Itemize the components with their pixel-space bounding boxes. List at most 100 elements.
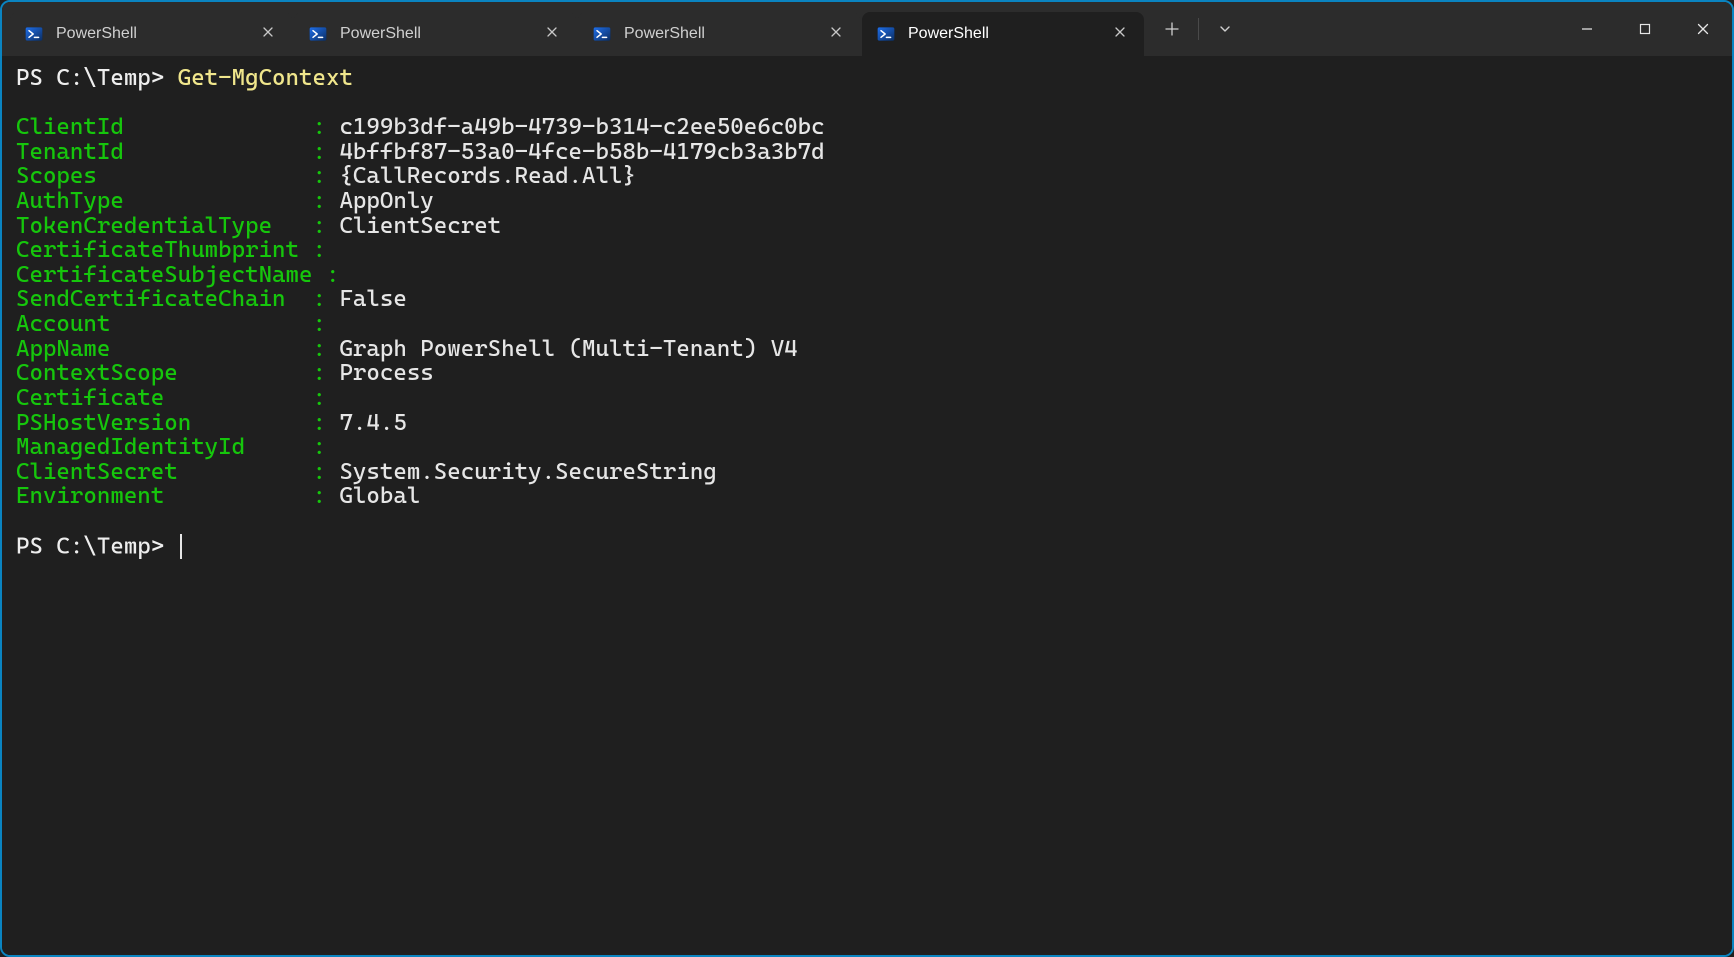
- plus-icon: [1165, 22, 1179, 36]
- output-colon: :: [312, 459, 339, 485]
- output-property-name: CertificateSubjectName: [16, 262, 326, 288]
- output-row: TenantId : 4bffbf87-53a0-4fce-b58b-4179c…: [16, 140, 1718, 165]
- output-property-name: ContextScope: [16, 360, 312, 386]
- output-row: ContextScope : Process: [16, 361, 1718, 386]
- output-row: Account :: [16, 312, 1718, 337]
- prompt-text: PS C:\Temp>: [16, 533, 178, 559]
- output-row: CertificateThumbprint :: [16, 238, 1718, 263]
- tab-strip: PowerShell PowerShell PowerShell PowerSh…: [2, 2, 1146, 56]
- output-colon: :: [312, 385, 339, 411]
- output-property-value: Process: [339, 360, 433, 386]
- output-colon: :: [312, 311, 339, 337]
- output-row: Scopes : {CallRecords.Read.All}: [16, 164, 1718, 189]
- new-tab-button[interactable]: [1152, 12, 1192, 46]
- maximize-icon: [1639, 23, 1651, 35]
- close-icon: [830, 25, 842, 43]
- blank-line: [16, 91, 1718, 116]
- output-property-value: 4bffbf87-53a0-4fce-b58b-4179cb3a3b7d: [339, 139, 824, 165]
- separator: [1198, 18, 1199, 40]
- output-property-name: Certificate: [16, 385, 312, 411]
- output-property-name: ClientSecret: [16, 459, 312, 485]
- output-property-value: System.Security.SecureString: [339, 459, 716, 485]
- powershell-icon: [592, 24, 612, 44]
- minimize-button[interactable]: [1558, 2, 1616, 56]
- output-row: AppName : Graph PowerShell (Multi-Tenant…: [16, 337, 1718, 362]
- tab-powershell[interactable]: PowerShell: [294, 12, 576, 56]
- tab-powershell[interactable]: PowerShell: [578, 12, 860, 56]
- output-property-name: PSHostVersion: [16, 410, 312, 436]
- output-property-value: False: [339, 286, 406, 312]
- output-colon: :: [312, 286, 339, 312]
- output-colon: :: [312, 213, 339, 239]
- output-property-name: SendCertificateChain: [16, 286, 312, 312]
- output-row: PSHostVersion : 7.4.5: [16, 411, 1718, 436]
- terminal-viewport[interactable]: PS C:\Temp> Get-MgContext ClientId : c199…: [2, 56, 1732, 955]
- output-row: AuthType : AppOnly: [16, 189, 1718, 214]
- powershell-icon: [308, 24, 328, 44]
- output-property-name: CertificateThumbprint: [16, 237, 312, 263]
- tab-powershell[interactable]: PowerShell: [862, 12, 1144, 56]
- tab-close-button[interactable]: [540, 22, 564, 46]
- output-property-value: Graph PowerShell (Multi-Tenant) V4: [339, 336, 797, 362]
- cursor: [180, 534, 182, 559]
- powershell-icon: [24, 24, 44, 44]
- output-property-value: c199b3df-a49b-4739-b314-c2ee50e6c0bc: [339, 114, 824, 140]
- output-property-name: Environment: [16, 483, 312, 509]
- output-colon: :: [312, 139, 339, 165]
- close-icon: [262, 25, 274, 43]
- maximize-button[interactable]: [1616, 2, 1674, 56]
- tab-close-button[interactable]: [256, 22, 280, 46]
- output-colon: :: [312, 114, 339, 140]
- close-icon: [546, 25, 558, 43]
- output-property-name: TenantId: [16, 139, 312, 165]
- output-property-name: AppName: [16, 336, 312, 362]
- command-line: PS C:\Temp> Get-MgContext: [16, 66, 1718, 91]
- tab-close-button[interactable]: [1108, 22, 1132, 46]
- prompt-text: PS C:\Temp>: [16, 65, 178, 91]
- tab-actions: [1146, 2, 1245, 56]
- output-colon: :: [312, 336, 339, 362]
- output-property-name: Account: [16, 311, 312, 337]
- powershell-icon: [876, 24, 896, 44]
- tab-dropdown-button[interactable]: [1205, 12, 1245, 46]
- terminal-window: PowerShell PowerShell PowerShell PowerSh…: [0, 0, 1734, 957]
- output-property-name: ClientId: [16, 114, 312, 140]
- output-row: SendCertificateChain : False: [16, 287, 1718, 312]
- output-property-value: Global: [339, 483, 420, 509]
- output-property-value: ClientSecret: [339, 213, 501, 239]
- tab-title: PowerShell: [56, 25, 256, 43]
- minimize-icon: [1581, 23, 1593, 35]
- tab-title: PowerShell: [340, 25, 540, 43]
- titlebar: PowerShell PowerShell PowerShell PowerSh…: [2, 2, 1732, 56]
- output-colon: :: [312, 483, 339, 509]
- output-colon: :: [312, 163, 339, 189]
- tab-close-button[interactable]: [824, 22, 848, 46]
- tab-title: PowerShell: [624, 25, 824, 43]
- tab-title: PowerShell: [908, 25, 1108, 43]
- blank-line: [16, 509, 1718, 534]
- tab-powershell[interactable]: PowerShell: [10, 12, 292, 56]
- output-property-value: 7.4.5: [339, 410, 406, 436]
- prompt-line: PS C:\Temp>: [16, 534, 1718, 559]
- close-window-button[interactable]: [1674, 2, 1732, 56]
- close-icon: [1114, 25, 1126, 43]
- output-row: Certificate :: [16, 386, 1718, 411]
- output-row: CertificateSubjectName :: [16, 263, 1718, 288]
- output-colon: :: [312, 410, 339, 436]
- chevron-down-icon: [1218, 22, 1232, 36]
- output-colon: :: [312, 237, 339, 263]
- output-colon: :: [312, 360, 339, 386]
- output-colon: :: [312, 188, 339, 214]
- output-colon: :: [312, 434, 339, 460]
- output-colon: :: [326, 262, 353, 288]
- output-property-value: AppOnly: [339, 188, 433, 214]
- output-row: ClientSecret : System.Security.SecureStr…: [16, 460, 1718, 485]
- window-controls: [1558, 2, 1732, 56]
- output-property-name: Scopes: [16, 163, 312, 189]
- output-row: Environment : Global: [16, 484, 1718, 509]
- close-icon: [1697, 23, 1709, 35]
- output-row: TokenCredentialType : ClientSecret: [16, 214, 1718, 239]
- output-row: ManagedIdentityId :: [16, 435, 1718, 460]
- output-property-value: {CallRecords.Read.All}: [339, 163, 635, 189]
- output-property-name: AuthType: [16, 188, 312, 214]
